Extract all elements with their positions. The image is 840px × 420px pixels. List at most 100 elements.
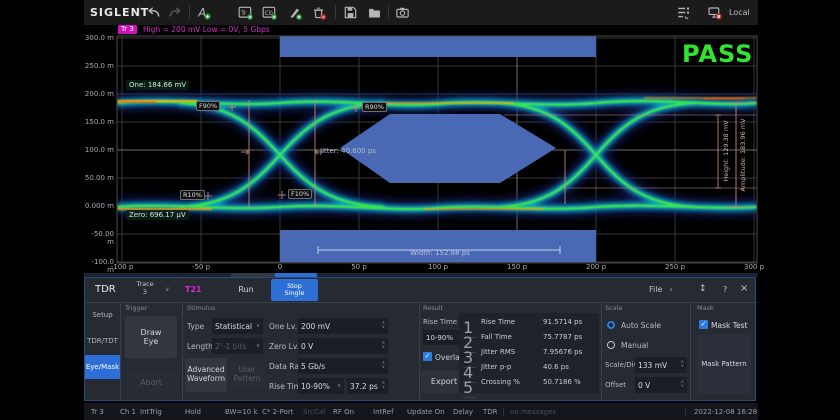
- scale-section-title: Scale: [605, 304, 623, 312]
- result-row-value: 7.95676 ps: [543, 348, 582, 356]
- type-label: Type: [187, 322, 204, 331]
- zero-level-input[interactable]: 0 V∧∨: [298, 338, 388, 354]
- screenshot-icon[interactable]: [395, 5, 410, 20]
- rise-time-input[interactable]: 37.2 ps∧∨: [347, 378, 388, 394]
- result-row-value: 91.5714 ps: [543, 318, 582, 326]
- status-trace: Tr 3: [91, 408, 104, 416]
- status-srccal: SrcCal: [303, 408, 325, 416]
- result-table: 1 Rise Time 91.5714 ps 2 Fall Time 75.77…: [459, 313, 599, 393]
- channel-label-icon[interactable]: Cb: [262, 5, 277, 20]
- tab-tdr-tdt[interactable]: TDR/TDT: [85, 329, 120, 353]
- toolbar-separator: [139, 5, 140, 19]
- data-rate-input[interactable]: 5 Gb/s∧∨: [298, 358, 388, 374]
- f10-marker: F10%: [288, 189, 312, 199]
- redo-icon[interactable]: [168, 5, 183, 20]
- advanced-waveform-button[interactable]: Advanced Waveform: [185, 358, 227, 392]
- y-tick: 300.0 m: [84, 34, 114, 42]
- scale-div-label: Scale/Div: [605, 361, 638, 369]
- collapse-panel-icon[interactable]: ↕: [699, 284, 707, 294]
- status-trigger: IntTrig: [140, 408, 162, 416]
- draw-eye-button[interactable]: Draw Eye: [125, 316, 177, 358]
- mask-test-result: PASS: [682, 40, 753, 68]
- length-dropdown: 2⁷-1 bits∨: [212, 338, 263, 354]
- tab-setup[interactable]: Setup: [85, 303, 120, 327]
- y-tick: 0.000 m: [84, 202, 114, 210]
- amplitude-readout: Amplitude: 183.96 mV: [739, 105, 747, 205]
- height-readout: Height: 129.38 mV: [722, 106, 730, 196]
- x-tick: 0: [260, 263, 300, 271]
- auto-scale-radio[interactable]: [607, 321, 615, 329]
- trigger-section-title: Trigger: [125, 304, 147, 312]
- chevron-down-icon: ∨: [165, 286, 169, 293]
- status-delay: Delay: [453, 408, 473, 416]
- y-tick: 200.0 m: [84, 90, 114, 98]
- f90-marker: F90%: [196, 101, 220, 111]
- offset-input[interactable]: 0 V∧∨: [635, 377, 687, 393]
- trace-selector-line1: Trace: [129, 280, 161, 288]
- help-button[interactable]: ?: [723, 285, 727, 294]
- close-panel-button[interactable]: ×: [740, 283, 748, 294]
- stop-single-button[interactable]: Stop Single: [271, 279, 318, 301]
- undo-icon[interactable]: [146, 5, 161, 20]
- tab-eye-mask[interactable]: Eye/Mask: [85, 355, 120, 379]
- trace-label-icon[interactable]: Tr: [238, 5, 253, 20]
- overlay-checkbox[interactable]: ✓: [423, 352, 432, 361]
- trace-selector[interactable]: Trace 3: [129, 280, 161, 296]
- user-pattern-button[interactable]: User Pattern: [231, 361, 263, 389]
- x-tick: 100 p: [418, 263, 458, 271]
- zero-level-label: Zero Lv.: [269, 342, 299, 351]
- result-row-name: Crossing %: [481, 378, 520, 386]
- eye-diagram: [84, 28, 758, 274]
- toolbar-separator: [189, 5, 190, 19]
- scale-div-input[interactable]: 133 mV∧∨: [635, 357, 687, 373]
- width-readout: Width: 152.88 ps: [394, 249, 486, 257]
- r10-marker: R10%: [180, 190, 205, 200]
- r90-marker: R90%: [362, 102, 387, 112]
- svg-text:Tr: Tr: [240, 10, 247, 17]
- marker-icon[interactable]: [287, 5, 302, 20]
- one-level-readout: One: 184.66 mV: [126, 80, 189, 90]
- y-tick: 100.0 m: [84, 146, 114, 154]
- result-row-value: 50.7186 %: [543, 378, 581, 386]
- status-message: no messages: [510, 408, 556, 416]
- local-mode-label: Local: [729, 8, 750, 17]
- abort-button[interactable]: Abort: [125, 373, 177, 393]
- type-dropdown[interactable]: Statistical∨: [212, 318, 263, 334]
- save-icon[interactable]: [343, 5, 358, 20]
- file-menu[interactable]: File: [649, 285, 662, 294]
- open-icon[interactable]: [367, 5, 382, 20]
- display-settings-icon[interactable]: [676, 5, 691, 20]
- panel-title: TDR: [95, 284, 116, 295]
- status-mode: TDR: [483, 408, 498, 416]
- x-tick: 250 p: [655, 263, 695, 271]
- auto-scale-label: Auto Scale: [621, 321, 661, 330]
- status-bandwidth: BW=10 k: [225, 408, 258, 416]
- status-hold: Hold: [185, 408, 201, 416]
- x-tick: 50 p: [339, 263, 379, 271]
- status-datetime: 2022-12-08 16:28: [694, 408, 757, 416]
- instrument-app: SIGLENT A Tr Cb Local Tr 3: [84, 0, 758, 420]
- status-update: Update On: [407, 408, 445, 416]
- x-tick: 300 p: [734, 263, 774, 271]
- manual-scale-label: Manual: [621, 341, 648, 350]
- mask-test-checkbox[interactable]: ✓: [699, 320, 708, 329]
- toolbar-separator: [388, 5, 389, 19]
- tdr-panel: TDR Trace 3 ∨ T21 Run Stop Single File ∨…: [84, 277, 756, 401]
- mask-pattern-button[interactable]: Mask Pattern: [697, 335, 751, 393]
- mask-section-title: Mask: [697, 304, 714, 312]
- one-level-input[interactable]: 200 mV∧∨: [298, 318, 388, 334]
- mask-test-label: Mask Test: [711, 321, 747, 330]
- rise-time-def-dropdown[interactable]: 10-90%∨: [298, 378, 344, 394]
- result-section-title: Result: [423, 304, 443, 312]
- result-row-index: 5: [463, 378, 476, 398]
- manual-scale-radio[interactable]: [607, 341, 615, 349]
- delete-icon[interactable]: [311, 5, 326, 20]
- network-icon[interactable]: [707, 5, 722, 20]
- x-tick: -50 p: [181, 263, 221, 271]
- trace-tag[interactable]: T21: [185, 285, 202, 294]
- status-channel: Ch 1: [120, 408, 136, 416]
- x-tick: 200 p: [576, 263, 616, 271]
- result-row-name: Jitter p-p: [481, 363, 511, 371]
- auto-measure-icon[interactable]: A: [196, 5, 211, 20]
- run-button[interactable]: Run: [227, 281, 265, 299]
